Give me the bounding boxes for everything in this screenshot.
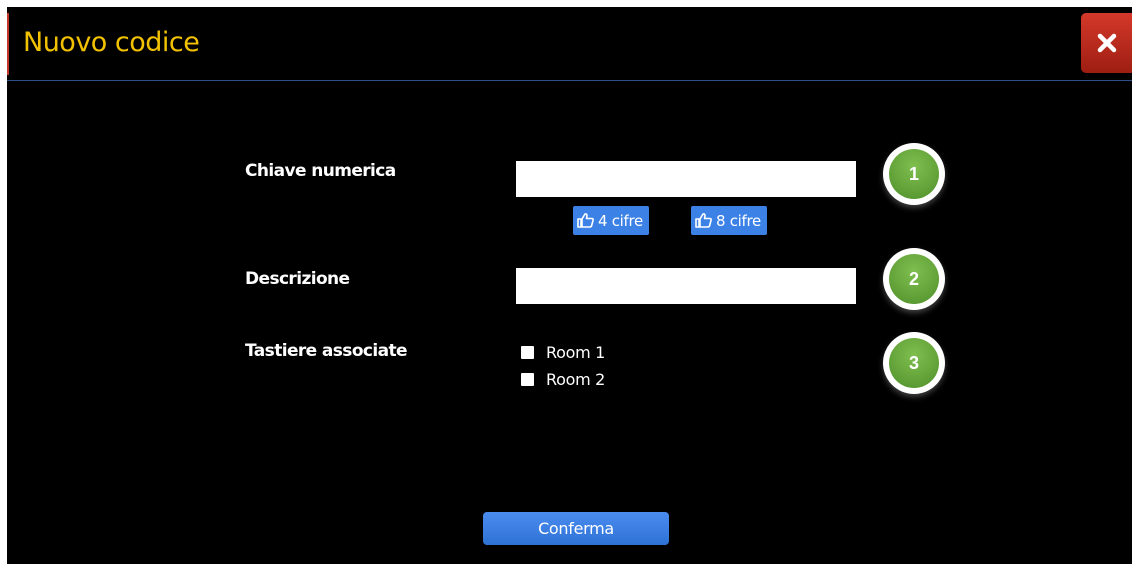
keypad-option-room-2[interactable]: Room 2: [521, 370, 605, 389]
close-icon: [1097, 33, 1117, 53]
step-badge-2: 2: [883, 248, 945, 310]
title-accent-bar: [7, 13, 9, 75]
room-2-label: Room 2: [546, 370, 606, 389]
step-number-3: 3: [889, 338, 939, 388]
step-badge-3: 3: [883, 332, 945, 394]
room-1-checkbox[interactable]: [521, 346, 534, 359]
eight-digit-button[interactable]: 8 cifre: [691, 206, 767, 235]
close-button[interactable]: [1081, 13, 1132, 73]
keypad-option-room-1[interactable]: Room 1: [521, 343, 605, 362]
step-badge-1: 1: [883, 143, 945, 205]
key-input[interactable]: [516, 161, 856, 197]
eight-digit-label: 8 cifre: [716, 211, 761, 230]
dialog-title: Nuovo codice: [23, 27, 200, 58]
four-digit-label: 4 cifre: [598, 211, 643, 230]
four-digit-button[interactable]: 4 cifre: [573, 206, 649, 235]
step-number-2: 2: [889, 254, 939, 304]
dialog-header: Nuovo codice: [7, 7, 1132, 81]
step-number-1: 1: [889, 149, 939, 199]
description-input[interactable]: [516, 268, 856, 304]
new-code-dialog: Nuovo codice Chiave numerica 4 cifre 8 c…: [7, 7, 1132, 564]
key-label: Chiave numerica: [245, 161, 396, 181]
description-label: Descrizione: [245, 269, 350, 289]
room-2-checkbox[interactable]: [521, 373, 534, 386]
confirm-button[interactable]: Conferma: [483, 512, 669, 545]
room-1-label: Room 1: [546, 343, 606, 362]
keypads-label: Tastiere associate: [245, 341, 408, 361]
thumbs-up-icon: [695, 213, 712, 228]
thumbs-up-icon: [577, 213, 594, 228]
